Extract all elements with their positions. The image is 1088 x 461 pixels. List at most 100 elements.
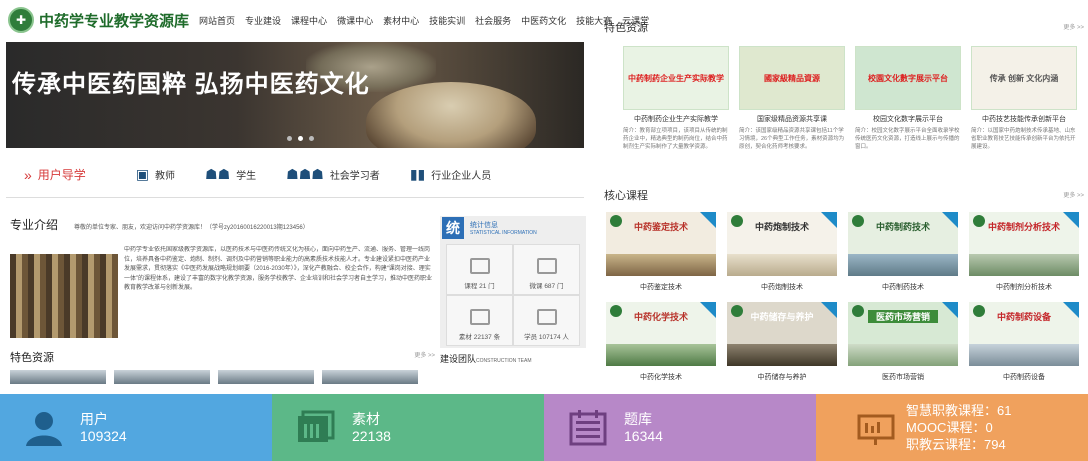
feature-thumb[interactable]	[114, 370, 210, 384]
course-card[interactable]: 中药化学技术 中药化学技术	[606, 302, 716, 382]
course-card-image-text: 中药鉴定技术	[633, 222, 688, 232]
feature-card-desc: 简介：校园文化数字展示平台全面收录学校传统医药文化资源，打造线上展示与传播的窗口…	[855, 128, 960, 150]
core-courses-title: 核心课程	[604, 190, 648, 202]
feature-card[interactable]: 中药制药企业生产实际教学 中药制药企业生产实际教学 简介：教育部立项项目，该项目…	[623, 46, 729, 159]
course-card-image: 中药炮制技术	[727, 212, 837, 276]
user-guide-label: » 用户导学	[24, 166, 86, 183]
course-herb-image	[848, 344, 958, 366]
role-teacher[interactable]: ▣ 教师	[136, 166, 175, 183]
nav-item-major[interactable]: 专业建设	[245, 14, 281, 27]
carousel-dot-active[interactable]	[298, 136, 303, 141]
course-card-image: 中药鉴定技术	[606, 212, 716, 276]
feature-card-image-text: 传承 创新 文化内涵	[989, 73, 1059, 83]
right-features-more-link[interactable]: 更多 >>	[1063, 22, 1084, 31]
feature-thumb[interactable]	[218, 370, 314, 384]
course-card[interactable]: 中药鉴定技术 中药鉴定技术	[606, 212, 716, 292]
carousel-dot[interactable]	[287, 136, 292, 141]
carousel-dots	[284, 136, 317, 141]
course-card-title: 中药储存与养护	[757, 374, 807, 381]
stat-block-users[interactable]: 用户 109324	[0, 394, 272, 461]
core-courses-header: 核心课程 更多 >>	[604, 186, 1088, 202]
stat-block-courses[interactable]: 智慧职教课程：61 MOOC课程：0 职教云课程：794	[816, 394, 1088, 461]
stat-block-questions[interactable]: 题库 16344	[544, 394, 816, 461]
feature-card-title: 中药技艺技能传承创新平台	[982, 116, 1066, 123]
role-industry[interactable]: ▮▮ 行业企业人员	[410, 166, 491, 183]
team-header: 建设团队CONSTRUCTION TEAM	[440, 352, 586, 365]
feature-thumb[interactable]	[322, 370, 418, 384]
bottom-stat-bar: 用户 109324 素材 22138 题库 16344 智慧职教课程：61 MO…	[0, 394, 1088, 461]
course-card-image-text: 医药市场营销	[868, 310, 938, 323]
stats-panel: 统 统计信息 STATISTICAL INFORMATION 课程 21 门 微…	[440, 216, 586, 348]
site-logo[interactable]: ✚ 中药学专业教学资源库	[8, 7, 189, 33]
feature-thumb[interactable]	[10, 370, 106, 384]
stat-materials-label: 素材	[352, 410, 380, 427]
nav-item-home[interactable]: 网站首页	[199, 14, 235, 27]
course-herb-image	[848, 254, 958, 276]
left-features-title: 特色资源	[10, 352, 54, 364]
role-label: 社会学习者	[329, 171, 380, 182]
role-label: 教师	[155, 171, 176, 182]
carousel-dot[interactable]	[309, 136, 314, 141]
stat-microcourses[interactable]: 微课 687 门	[513, 244, 580, 295]
stat-courses[interactable]: 课程 21 门	[446, 244, 513, 295]
feature-card[interactable]: 校園文化數字展示平台 校园文化数字展示平台 简介：校园文化数字展示平台全面收录学…	[855, 46, 961, 159]
intro-photo	[10, 254, 118, 338]
feature-card[interactable]: 传承 创新 文化内涵 中药技艺技能传承创新平台 简介：以国家中药炮制技术传承基地…	[971, 46, 1077, 159]
stat-cloud-courses: 职教云课程：794	[906, 437, 1006, 452]
feature-card-image: 传承 创新 文化内涵	[971, 46, 1077, 110]
course-herb-image	[969, 344, 1079, 366]
course-herb-image	[727, 254, 837, 276]
feature-card-image: 國家級精品資源	[739, 46, 845, 110]
course-card-image-text: 中药制药设备	[996, 312, 1051, 322]
course-herb-image	[969, 254, 1079, 276]
nav-item-microcourse[interactable]: 微课中心	[337, 14, 373, 27]
group-icon: ☗☗☗	[286, 166, 324, 182]
nav-item-service[interactable]: 社会服务	[475, 14, 511, 27]
nav-item-courses[interactable]: 课程中心	[291, 14, 327, 27]
main-nav: 网站首页 专业建设 课程中心 微课中心 素材中心 技能实训 社会服务 中医药文化…	[199, 14, 659, 27]
course-card[interactable]: 中药储存与养护 中药储存与养护	[727, 302, 837, 382]
core-courses-more-link[interactable]: 更多 >>	[1063, 190, 1084, 199]
course-card-image: 医药市场营销	[848, 302, 958, 366]
left-features-more-link[interactable]: 更多 >>	[414, 350, 435, 359]
stat-mooc-courses: MOOC课程：0	[906, 420, 993, 435]
role-student[interactable]: ☗☗ 学生	[205, 166, 256, 183]
nav-item-materials[interactable]: 素材中心	[383, 14, 419, 27]
nav-item-culture[interactable]: 中医药文化	[521, 14, 566, 27]
right-features-title: 特色资源	[604, 22, 648, 34]
course-card[interactable]: 中药制剂分析技术 中药制剂分析技术	[969, 212, 1079, 292]
user-silhouette-icon	[24, 410, 64, 446]
intro-subtitle: 尊敬的单位专家、朋友，欢迎访问中药学资源库！（学号zy2016001622001…	[74, 225, 309, 231]
stat-questions-label: 题库	[624, 410, 652, 427]
feature-card-image-text: 校園文化數字展示平台	[868, 73, 948, 83]
course-card-title: 中药鉴定技术	[640, 284, 682, 291]
nav-item-training[interactable]: 技能实训	[429, 14, 465, 27]
feature-card-desc: 简介：以国家中药炮制技术传承基地、山东省职业教育技艺技能传承创新平台为依托开展建…	[971, 128, 1076, 150]
course-card-image-text: 中药制药技术	[875, 222, 930, 232]
stat-learners[interactable]: 学员 107174 人	[513, 295, 580, 346]
course-card-image: 中药制药设备	[969, 302, 1079, 366]
course-card[interactable]: 医药市场营销 医药市场营销	[848, 302, 958, 382]
course-card-image: 中药储存与养护	[727, 302, 837, 366]
user-guide-text: 用户导学	[37, 168, 86, 182]
feature-card-title: 中药制药企业生产实际教学	[634, 116, 718, 123]
stat-users-value: 109324	[80, 427, 127, 444]
folder-icon	[296, 410, 336, 446]
stat-value: 微课 687 门	[529, 283, 564, 290]
role-public-learner[interactable]: ☗☗☗ 社会学习者	[286, 166, 380, 183]
stats-title: 统计信息	[470, 222, 498, 229]
course-card[interactable]: 中药炮制技术 中药炮制技术	[727, 212, 837, 292]
stats-subtitle: STATISTICAL INFORMATION	[470, 230, 537, 236]
hero-banner[interactable]: 传承中医药国粹 弘扬中医药文化	[6, 42, 584, 148]
intro-title: 专业介绍	[10, 218, 59, 232]
list-icon	[568, 409, 608, 446]
stat-materials[interactable]: 素材 22137 条	[446, 295, 513, 346]
stat-block-materials[interactable]: 素材 22138	[272, 394, 544, 461]
feature-card-title: 国家级精品资源共享课	[757, 116, 827, 123]
stat-value: 课程 21 门	[464, 283, 495, 290]
banner-title: 传承中医药国粹 弘扬中医药文化	[12, 71, 370, 98]
course-card[interactable]: 中药制药设备 中药制药设备	[969, 302, 1079, 382]
feature-card[interactable]: 國家級精品資源 国家级精品资源共享课 简介：该国家级精品资源共享课包括11个学习…	[739, 46, 845, 159]
course-card-title: 中药炮制技术	[761, 284, 803, 291]
course-card[interactable]: 中药制药技术 中药制药技术	[848, 212, 958, 292]
